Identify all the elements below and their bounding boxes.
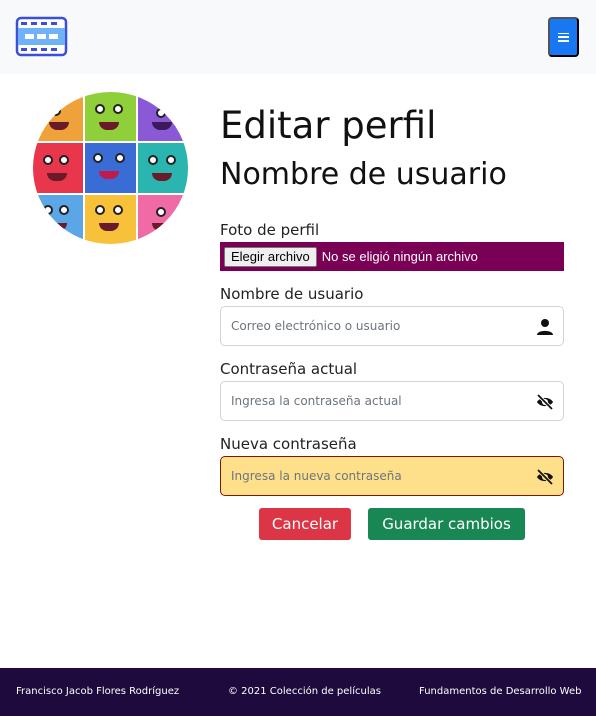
cancel-button[interactable]: Cancelar (259, 508, 351, 540)
new-password-field (220, 456, 564, 496)
monster-collage-avatar (33, 92, 188, 244)
hamburger-menu-icon (558, 32, 569, 42)
avatar-tile (85, 143, 136, 193)
avatar-tile (137, 143, 188, 193)
eye-slash-icon[interactable] (536, 393, 554, 411)
footer-copyright: © 2021 Colección de películas (228, 686, 381, 697)
profile-avatar (33, 92, 188, 244)
choose-file-button[interactable]: Elegir archivo (224, 246, 317, 267)
page-subtitle: Nombre de usuario (220, 157, 507, 192)
film-strip-icon (15, 16, 68, 57)
avatar-tile (137, 194, 188, 244)
page-title: Editar perfil (220, 104, 437, 147)
current-password-input[interactable] (221, 382, 521, 420)
current-password-label: Contraseña actual (220, 360, 358, 378)
footer-author: Francisco Jacob Flores Rodríguez (16, 686, 180, 697)
new-password-input[interactable] (221, 457, 521, 495)
avatar-tile (33, 92, 84, 142)
eye-slash-icon[interactable] (536, 468, 554, 486)
username-input[interactable] (221, 307, 521, 345)
avatar-tile (85, 92, 136, 142)
username-label: Nombre de usuario (220, 285, 364, 303)
brand-logo-link[interactable] (15, 16, 68, 57)
user-icon (537, 319, 553, 335)
file-status-text: No se eligió ningún archivo (321, 249, 478, 264)
navbar-toggler-button[interactable] (548, 17, 579, 57)
new-password-label: Nueva contraseña (220, 435, 357, 453)
username-field (220, 306, 564, 346)
avatar-tile (137, 92, 188, 142)
avatar-tile (33, 143, 84, 193)
footer: Francisco Jacob Flores Rodríguez © 2021 … (0, 668, 596, 716)
avatar-tile (33, 194, 84, 244)
save-changes-button[interactable]: Guardar cambios (368, 508, 525, 540)
avatar-tile (85, 194, 136, 244)
photo-label: Foto de perfil (220, 221, 320, 239)
footer-course: Fundamentos de Desarrollo Web (419, 686, 582, 697)
current-password-field (220, 381, 564, 421)
photo-file-input[interactable]: Elegir archivo No se eligió ningún archi… (220, 242, 564, 271)
navbar (0, 0, 596, 74)
